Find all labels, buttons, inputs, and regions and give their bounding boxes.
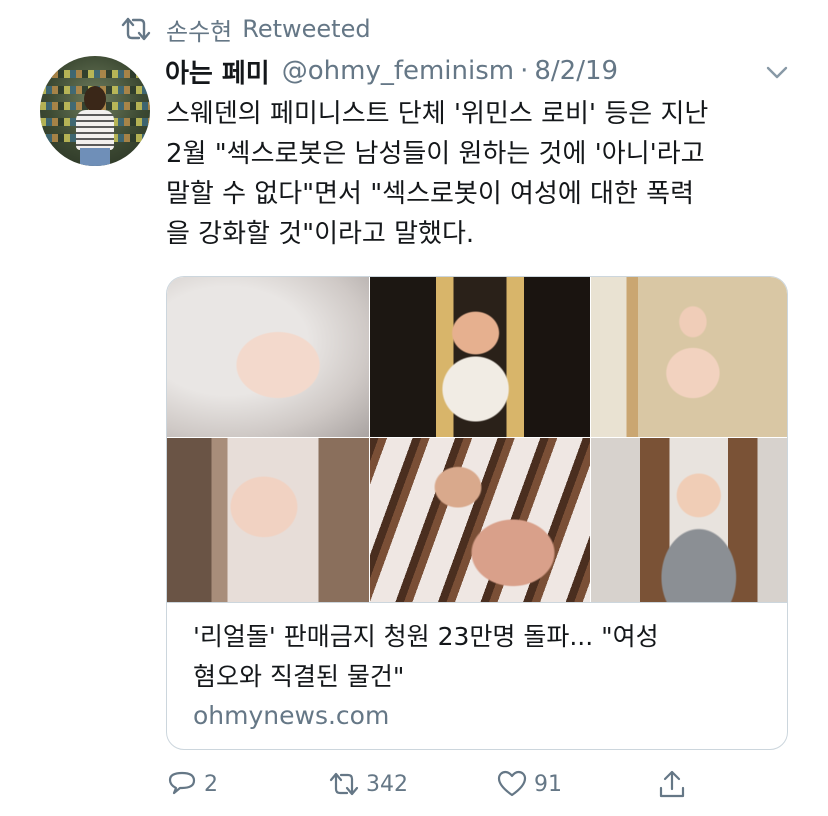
retweet-count: 342	[366, 771, 408, 797]
collage-photo-brown-hair	[167, 438, 369, 602]
chevron-down-icon[interactable]	[762, 60, 792, 84]
card-title-line: 혐오와 직결된 물건"	[193, 662, 405, 691]
tweet-text-line: 을 강화할 것"이라고 말했다.	[166, 219, 475, 249]
card-title-line: '리얼돌' 판매금지 청원 23만명 돌파... "여성	[193, 622, 659, 651]
card-info: '리얼돌' 판매금지 청원 23만명 돌파... "여성 혐오와 직결된 물건"…	[167, 602, 787, 749]
card-domain: ohmynews.com	[193, 701, 390, 730]
tweet-header: 아는 페미 @ohmy_feminism · 8/2/19	[165, 52, 618, 90]
like-button[interactable]: 91	[496, 764, 562, 804]
retweet-icon	[121, 17, 151, 41]
tweet-text-line: 2월 "섹스로봇은 남성들이 원하는 것에 '아니'라고	[166, 139, 705, 169]
author-handle[interactable]: @ohmy_feminism	[282, 56, 514, 86]
collage-photo-wavy-hair	[370, 438, 590, 602]
card-image-collage	[167, 277, 787, 602]
retweet-button[interactable]: 342	[328, 764, 408, 804]
tweet-text: 스웨덴의 페미니스트 단체 '위민스 로비' 등은 지난 2월 "섹스로봇은 남…	[166, 94, 796, 254]
collage-photo-braids	[370, 277, 590, 437]
author-name[interactable]: 아는 페미	[165, 53, 270, 90]
link-card[interactable]: '리얼돌' 판매금지 청원 23만명 돌파... "여성 혐오와 직결된 물건"…	[166, 276, 788, 750]
tweet-actions: 2 342 91	[166, 764, 786, 804]
heart-icon	[497, 770, 527, 797]
separator-dot: ·	[520, 56, 529, 86]
collage-photo-black-lingerie	[591, 277, 787, 437]
reply-icon	[168, 771, 196, 795]
avatar[interactable]	[40, 56, 150, 166]
retweeted-label: Retweeted	[242, 15, 371, 43]
like-count: 91	[534, 771, 562, 797]
collage-photo-grey-top	[591, 438, 787, 602]
tweet-date[interactable]: 8/2/19	[534, 56, 618, 86]
card-title: '리얼돌' 판매금지 청원 23만명 돌파... "여성 혐오와 직결된 물건"	[193, 617, 773, 697]
share-button[interactable]	[656, 764, 694, 804]
tweet-text-line: 말할 수 없다"면서 "섹스로봇이 여성에 대한 폭력	[166, 179, 694, 209]
retweeter-name[interactable]: 손수현	[166, 12, 232, 47]
tweet-text-line: 스웨덴의 페미니스트 단체 '위민스 로비' 등은 지난	[166, 99, 709, 129]
share-icon	[659, 770, 685, 798]
retweet-indicator: 손수현 Retweeted	[120, 12, 371, 46]
reply-count: 2	[204, 771, 218, 797]
retweet-icon	[329, 772, 359, 796]
collage-photo-silver-hair	[167, 277, 369, 437]
reply-button[interactable]: 2	[166, 764, 218, 804]
